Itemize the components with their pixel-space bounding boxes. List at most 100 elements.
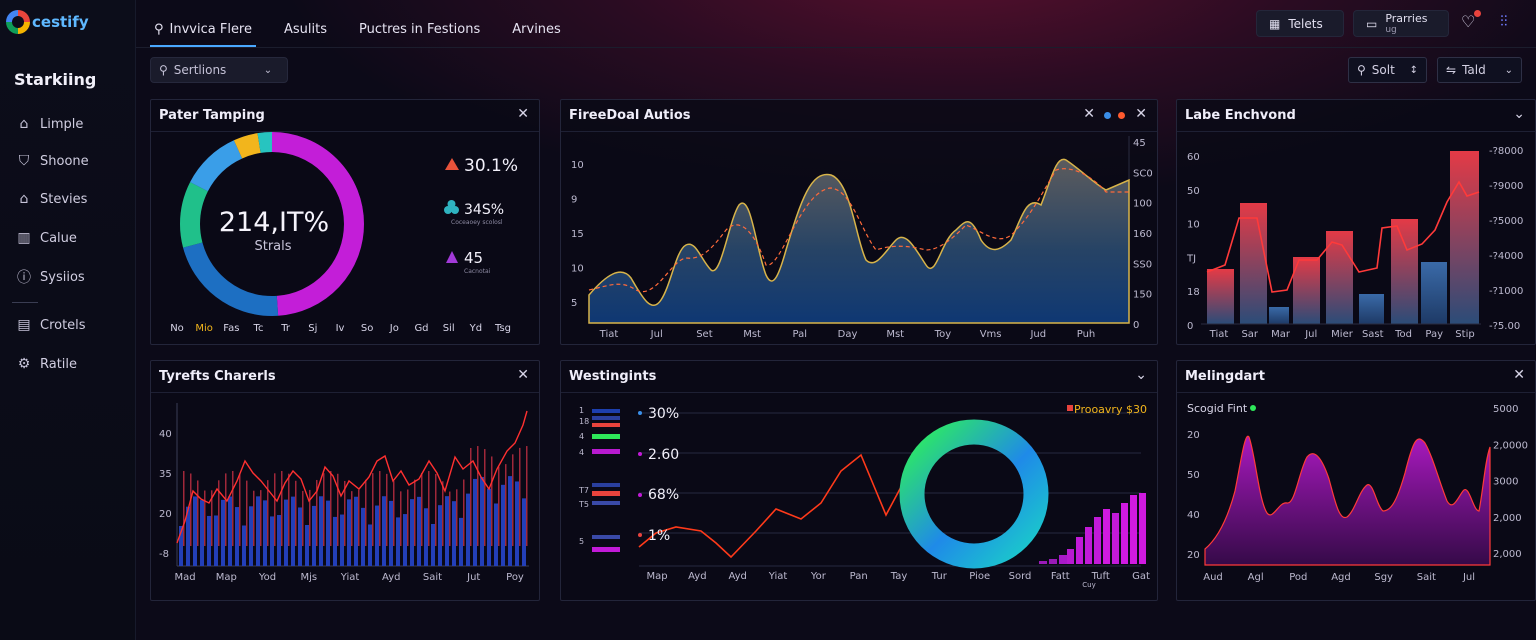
tick-label: Poy xyxy=(506,572,524,583)
grid xyxy=(639,412,1141,567)
bar xyxy=(375,505,379,566)
bar xyxy=(281,471,283,546)
mini-bar xyxy=(592,535,620,539)
area-series xyxy=(588,158,1130,324)
bar xyxy=(277,515,281,566)
tab-arvines[interactable]: Arvines xyxy=(508,16,565,43)
bar-series xyxy=(1207,151,1479,324)
bar xyxy=(225,473,227,546)
sidebar-item-sysiios[interactable]: ⓘ Sysiios xyxy=(16,267,85,287)
bar xyxy=(333,516,337,566)
tick-label: 160 xyxy=(1133,229,1152,240)
left-ticks: 1 18 4 4 T7 T5 5 xyxy=(578,406,589,546)
tick-label: 20 xyxy=(159,509,172,520)
prarries-button-text: Prarries ug xyxy=(1385,12,1427,35)
tab-puctres[interactable]: Puctres in Festions xyxy=(355,16,484,43)
telets-button[interactable]: ▦ Telets xyxy=(1256,10,1344,37)
logo-icon xyxy=(6,10,30,34)
tick-label: -?8000 xyxy=(1489,146,1523,157)
tab-label: Arvines xyxy=(512,21,561,37)
panel-area: FireeDoal Autios ✕ ✕ 10 9 15 10 5 45 SC0 100 16… xyxy=(560,99,1158,345)
grid-icon: ▦ xyxy=(1269,16,1281,31)
tick-label: Tod xyxy=(1394,329,1412,340)
tick-label: Vms xyxy=(980,329,1002,340)
mini-bars xyxy=(592,409,620,552)
sidebar-item-stevies[interactable]: ⌂ Stevies xyxy=(16,191,88,207)
tab-asulits[interactable]: Asulits xyxy=(280,16,331,43)
tick-label: -8 xyxy=(159,549,169,560)
section-search-input[interactable] xyxy=(173,63,258,77)
triangle-up-icon xyxy=(445,158,459,170)
bar xyxy=(442,481,444,546)
bar xyxy=(491,456,493,546)
sidebar-item-ratile[interactable]: ⚙ Ratile xyxy=(16,356,77,372)
mini-bar xyxy=(592,449,620,454)
tick-label: Jul xyxy=(1462,572,1475,583)
legend-swatch xyxy=(1067,405,1073,411)
sidebar-item-label: Shoone xyxy=(40,153,89,169)
tick-label: Jud xyxy=(1029,329,1046,340)
tick-label: Sil xyxy=(443,323,455,334)
tick-label: 10 xyxy=(571,264,584,275)
right-search[interactable]: ⚲ Solt ↕ xyxy=(1348,57,1427,83)
tick-label: Tiat xyxy=(1209,329,1229,340)
sidebar-item-label: Ratile xyxy=(40,356,78,372)
settings-icon: ⚙ xyxy=(17,356,31,372)
panel-bars-top: Labe Enchvond ⌄ 60 50 10 TJ 18 0 -?8000 … xyxy=(1176,99,1536,345)
stat-value: 45 xyxy=(464,249,483,267)
sidebar-item-crotels[interactable]: ▤ Crotels xyxy=(16,317,85,333)
bar xyxy=(480,476,484,566)
sidebar-item-shoone[interactable]: ⛉ Shoone xyxy=(16,153,89,169)
bar xyxy=(197,480,199,546)
bar xyxy=(505,464,507,546)
tick-label: Sar xyxy=(1241,329,1258,340)
tick-label: 40 xyxy=(1187,510,1200,521)
stat-value: 1% xyxy=(648,528,670,544)
panel-donut: Pater Tamping ✕ 214,IT% Strals 30.1% 34S… xyxy=(150,99,540,345)
sidebar-item-label: Sysiios xyxy=(40,269,85,285)
stat-value: 30.1% xyxy=(464,156,518,176)
tick-label: So xyxy=(361,323,373,334)
bar xyxy=(239,473,241,546)
marker-dot xyxy=(638,493,642,497)
bar xyxy=(1450,151,1479,324)
bar xyxy=(463,479,465,546)
bar xyxy=(515,481,519,566)
marker-dot xyxy=(638,411,642,415)
tick-label: TJ xyxy=(1186,253,1196,264)
bar xyxy=(263,500,267,566)
app-logo[interactable]: cestify xyxy=(6,10,89,34)
bar xyxy=(449,491,451,546)
stat-value: 30% xyxy=(648,406,679,422)
bar xyxy=(253,490,255,546)
bar xyxy=(456,489,458,546)
bar xyxy=(386,473,388,546)
right-select[interactable]: ⇋ Tald ⌄ xyxy=(1437,57,1522,83)
sidebar-item-limple[interactable]: ⌂ Limple xyxy=(16,116,84,132)
tab-invvica-flere[interactable]: ⚲ Invvica Flere xyxy=(150,16,256,47)
prarries-button[interactable]: ▭ Prarries ug xyxy=(1353,10,1449,37)
bar xyxy=(302,490,304,546)
tick-label: -?1000 xyxy=(1489,286,1523,297)
bar xyxy=(235,507,239,566)
tick-label: Iv xyxy=(336,323,345,334)
section-select[interactable]: ⚲ ⌄ xyxy=(150,57,288,83)
bar xyxy=(319,496,323,566)
folder-icon: ▭ xyxy=(1366,16,1378,31)
bar xyxy=(193,496,197,566)
x-sub-label: Cuy xyxy=(1082,581,1095,589)
bar xyxy=(484,449,486,546)
sidebar-item-calue[interactable]: ▥ Calue xyxy=(16,230,77,246)
bar xyxy=(435,473,437,546)
bar xyxy=(519,447,521,546)
tick-label: Toy xyxy=(934,329,952,340)
bar xyxy=(351,491,353,546)
bar xyxy=(323,473,325,546)
notification-icon[interactable]: ♡ xyxy=(1461,10,1482,31)
stat-value: 68% xyxy=(648,487,679,503)
tick-label: Sj xyxy=(308,323,317,334)
tick-label: 150 xyxy=(1133,290,1152,301)
tick-label: Stip xyxy=(1455,329,1474,340)
bar xyxy=(354,496,358,566)
sliders-icon[interactable]: ⫶⫶ xyxy=(1500,12,1508,30)
